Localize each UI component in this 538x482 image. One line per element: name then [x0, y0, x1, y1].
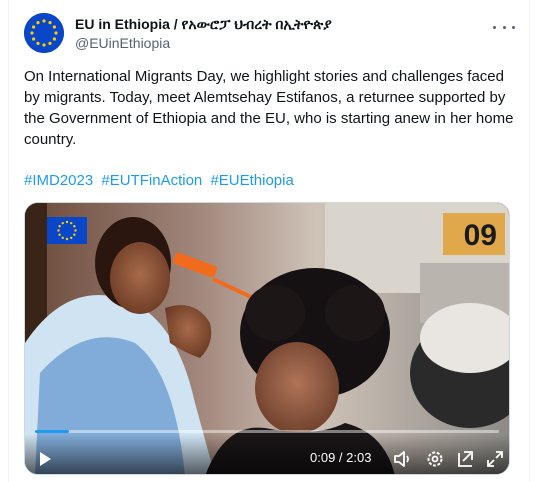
eu-flag-icon [47, 217, 87, 244]
volume-icon[interactable] [391, 447, 415, 471]
tweet-text: On International Migrants Day, we highli… [24, 68, 518, 148]
hashtag-link[interactable]: #IMD2023 [24, 172, 93, 189]
author-avatar[interactable] [24, 13, 64, 53]
tweet-card[interactable]: EU in Ethiopia / የአውሮፓ ህብረት በኢትዮጵያ @EUin… [8, 0, 530, 482]
video-time: 0:09 / 2:03 [310, 450, 372, 465]
settings-icon[interactable] [423, 447, 447, 471]
video-progress-fill [35, 430, 69, 433]
fullscreen-icon[interactable] [483, 447, 507, 471]
video-player[interactable]: 09 0:09 / 2:03 [24, 202, 510, 475]
picture-in-picture-icon[interactable] [454, 447, 478, 471]
hashtag-link[interactable]: #EUEthiopia [210, 172, 293, 189]
eu-flag-icon [24, 13, 64, 53]
author-display-name[interactable]: EU in Ethiopia / የአውሮፓ ህብረት በኢትዮጵያ [75, 15, 455, 33]
background-sign-text: 09 [464, 219, 497, 252]
play-icon[interactable] [33, 447, 57, 471]
hashtag-list: #IMD2023 #EUTFinAction #EUEthiopia [24, 171, 294, 191]
video-progress-bar[interactable] [35, 430, 499, 433]
author-handle[interactable]: @EUinEthiopia [75, 34, 455, 52]
hashtag-link[interactable]: #EUTFinAction [101, 172, 202, 189]
more-options-icon[interactable] [493, 18, 515, 36]
